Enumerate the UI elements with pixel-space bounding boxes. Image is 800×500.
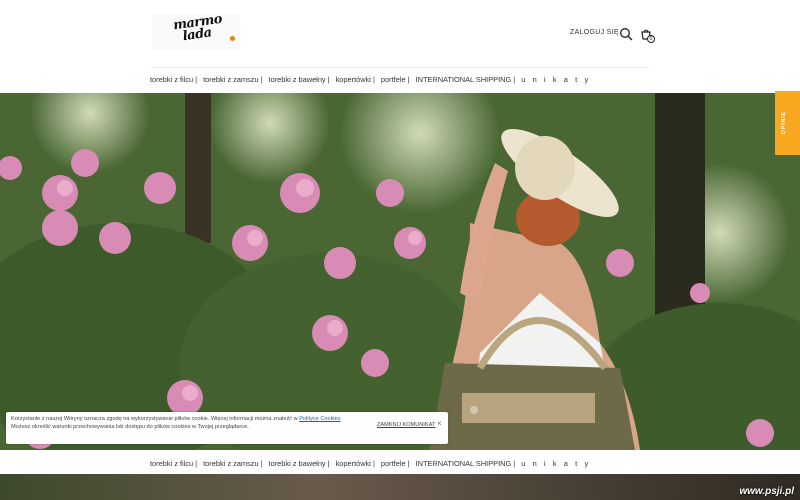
nav-item-unique[interactable]: u n i k a t y — [521, 75, 591, 84]
nav-item-international-shipping[interactable]: INTERNATIONAL SHIPPING | — [416, 75, 516, 84]
nav2-item-wallets[interactable]: portfele | — [381, 459, 410, 468]
nav2-item-clutches[interactable]: kopertówki | — [336, 459, 375, 468]
nav2-item-international-shipping[interactable]: INTERNATIONAL SHIPPING | — [416, 459, 516, 468]
hero-photo — [0, 93, 800, 450]
site-header: marmo lada ZALOGUJ SIĘ 0 torebki z filcu… — [0, 0, 800, 93]
cookie-close-button[interactable]: ZAMKNIJ KOMUNIKAT — [377, 422, 435, 430]
nav-item-felt-bags[interactable]: torebki z filcu | — [150, 75, 197, 84]
cookie-message: Korzystanie z naszej Witryny oznacza zgo… — [11, 416, 298, 422]
hero-banner-image[interactable] — [0, 93, 800, 450]
nav-item-wallets[interactable]: portfele | — [381, 75, 410, 84]
cart-count-badge[interactable]: 0 — [647, 35, 655, 43]
logo[interactable]: marmo lada — [152, 12, 240, 50]
main-nav: torebki z filcu | torebki z zamszu | tor… — [150, 75, 597, 84]
reviews-side-tab[interactable]: OPINIE — [775, 91, 800, 155]
logo-wordmark: marmo lada — [172, 12, 225, 45]
cookie-banner: Korzystanie z naszej Witryny oznacza zgo… — [6, 412, 448, 444]
nav-item-suede-bags[interactable]: torebki z zamszu | — [203, 75, 262, 84]
cookie-policy-link[interactable]: Polityce Cookies — [299, 416, 340, 422]
header-divider — [150, 67, 650, 68]
nav2-item-cotton-bags[interactable]: torebki z bawełny | — [269, 459, 330, 468]
second-banner-image — [0, 474, 800, 500]
cookie-text-line1: Korzystanie z naszej Witryny oznacza zgo… — [11, 416, 347, 424]
nav2-item-suede-bags[interactable]: torebki z zamszu | — [203, 459, 262, 468]
search-icon[interactable] — [619, 27, 633, 41]
nav2-item-felt-bags[interactable]: torebki z filcu | — [150, 459, 197, 468]
nav-item-clutches[interactable]: kopertówki | — [336, 75, 375, 84]
watermark: www.psji.pl — [739, 486, 794, 497]
logo-dot — [230, 36, 235, 41]
login-link[interactable]: ZALOGUJ SIĘ — [570, 29, 619, 36]
nav2-item-unique[interactable]: u n i k a t y — [521, 459, 591, 468]
reviews-tab-label: OPINIE — [781, 111, 787, 135]
secondary-nav: torebki z filcu | torebki z zamszu | tor… — [150, 459, 597, 468]
close-icon[interactable]: × — [437, 420, 442, 428]
nav-item-cotton-bags[interactable]: torebki z bawełny | — [269, 75, 330, 84]
logo-line2: lada — [181, 25, 213, 45]
